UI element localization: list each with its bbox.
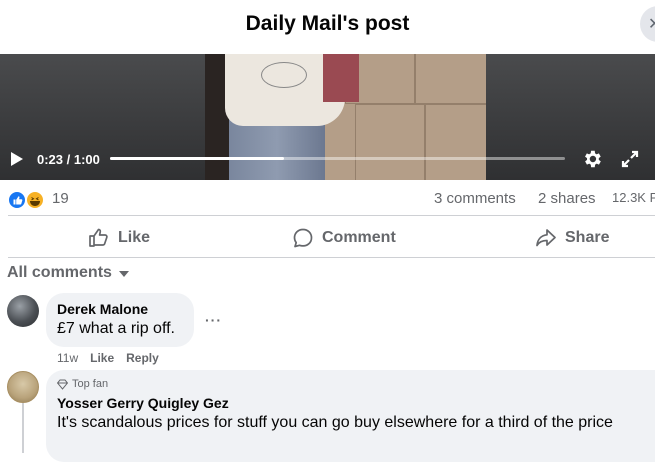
fullscreen-icon[interactable] [620, 149, 640, 169]
like-icon [89, 228, 108, 247]
video-time: 0:23 / 1:00 [37, 152, 100, 167]
avatar[interactable] [7, 371, 39, 403]
avatar[interactable] [7, 295, 39, 327]
comment-text: It's scandalous prices for stuff you can… [57, 414, 613, 431]
caret-down-icon [118, 271, 129, 277]
video-frame[interactable] [205, 54, 486, 180]
comment-author[interactable]: Yosser Gerry Quigley Gez [57, 395, 229, 411]
comment-meta: 11w Like Reply [57, 351, 159, 365]
video-player[interactable]: 0:23 / 1:00 [0, 54, 655, 180]
comment-author[interactable]: Derek Malone [57, 301, 148, 317]
floor-tile [425, 104, 486, 180]
video-red-item [323, 54, 359, 102]
reaction-count[interactable]: 19 [52, 190, 69, 207]
video-progress-bar[interactable] [110, 157, 565, 160]
comment-time[interactable]: 11w [57, 351, 78, 365]
post-dialog-header: Daily Mail's post ✕ [0, 0, 655, 52]
share-button[interactable]: Share [535, 224, 609, 252]
gear-icon[interactable] [581, 148, 603, 170]
play-icon[interactable] [10, 151, 24, 167]
video-progress-fill [110, 157, 285, 160]
divider [8, 215, 655, 216]
more-options-icon[interactable]: ··· [205, 312, 222, 328]
like-label: Like [118, 229, 151, 246]
views-count: 12.3K P [612, 190, 655, 205]
top-fan-badge: Top fan [57, 378, 108, 390]
diamond-icon [57, 379, 68, 390]
share-label: Share [565, 229, 610, 246]
badge-label: Top fan [72, 378, 109, 390]
comments-count-link[interactable]: 3 comments [434, 190, 516, 207]
divider [8, 257, 655, 258]
reply-thread-line [22, 403, 24, 453]
video-letterbox-left [0, 54, 205, 180]
comments-filter-dropdown[interactable]: All comments [7, 264, 129, 282]
share-icon [536, 229, 556, 247]
comment-text: £7 what a rip off. [57, 320, 175, 337]
tote-bag-print [261, 62, 307, 88]
comment-label: Comment [322, 229, 396, 246]
floor-tile [415, 54, 486, 104]
shares-count-link[interactable]: 2 shares [538, 190, 596, 207]
comment-button[interactable]: Comment [292, 224, 396, 252]
close-icon[interactable]: ✕ [648, 14, 655, 34]
comment-icon [293, 228, 313, 248]
comments-filter-label: All comments [7, 264, 112, 281]
dialog-title: Daily Mail's post [245, 12, 410, 35]
comment-reply-button[interactable]: Reply [126, 351, 159, 365]
reactions-icons[interactable] [8, 190, 48, 210]
floor-tile [355, 104, 425, 180]
like-button[interactable]: Like [88, 224, 150, 252]
comment-like-button[interactable]: Like [90, 351, 114, 365]
post-stats: 19 3 comments 2 shares 12.3K P [0, 184, 655, 214]
